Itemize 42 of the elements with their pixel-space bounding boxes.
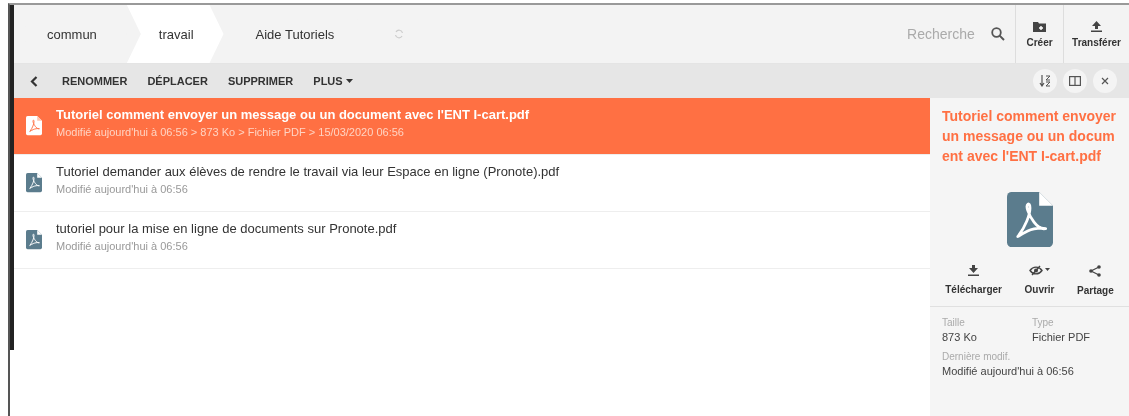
- pdf-file-icon: [1006, 192, 1053, 248]
- toolbar-button[interactable]: SUPPRIMER: [217, 75, 304, 87]
- download-icon: [968, 265, 980, 277]
- toolbar-button[interactable]: Transférer: [1063, 5, 1129, 63]
- file-meta: Modifié aujourd'hui à 06:56 > 873 Ko > Fichier PDF > 15/03/2020 06:56: [56, 125, 405, 138]
- property-value: Modifié aujourd'hui à 06:56: [942, 365, 1075, 378]
- property-value: Fichier PDF: [1032, 331, 1092, 344]
- property-label: Taille: [942, 317, 966, 329]
- close-icon: [1101, 77, 1109, 85]
- pdf-icon: [26, 230, 42, 250]
- file-meta: Modifié aujourd'hui à 06:56: [56, 182, 189, 195]
- toolbar-button[interactable]: PLUS: [303, 75, 363, 87]
- file-meta: Modifié aujourd'hui à 06:56: [56, 239, 189, 252]
- details-action[interactable]: Partage: [1077, 265, 1114, 297]
- property-label: Dernière modif.: [942, 351, 1012, 363]
- panel-toggle-button[interactable]: [1063, 69, 1087, 93]
- toolbar-button[interactable]: RENOMMER: [52, 75, 138, 87]
- caret-icon: [345, 79, 353, 83]
- sort-icon: [1039, 75, 1051, 87]
- pdf-icon: [26, 116, 42, 136]
- file-name: Tutoriel demander aux élèves de rendre le travail via leur Espace en ligne (Pronote).pdf: [56, 163, 560, 179]
- upload-icon: [1091, 20, 1103, 32]
- search-field[interactable]: Recherche: [905, 25, 988, 43]
- toolbar-button[interactable]: Créer: [1015, 5, 1064, 63]
- details-action[interactable]: Ouvrir: [1024, 265, 1055, 297]
- share-icon: [1089, 265, 1102, 278]
- sort-button[interactable]: [1033, 69, 1057, 93]
- folder-plus-icon: [1033, 20, 1047, 32]
- property-label: Type: [1032, 317, 1055, 329]
- property-value: 873 Ko: [942, 331, 978, 344]
- pdf-icon: [26, 173, 42, 193]
- search-icon[interactable]: [991, 27, 1006, 41]
- details-action[interactable]: Télécharger: [945, 265, 1002, 297]
- toolbar-button[interactable]: DÉPLACER: [137, 75, 218, 87]
- breadcrumb-item[interactable]: travail: [126, 5, 224, 63]
- back-icon[interactable]: [30, 75, 38, 87]
- file-name: Tutoriel comment envoyer un message ou un document avec l'ENT I-cart.pdf: [56, 106, 530, 122]
- file-name: tutoriel pour la mise en ligne de documents sur Pronote.pdf: [56, 220, 397, 236]
- columns-icon: [1069, 76, 1081, 86]
- details-title: Tutoriel comment envoyer un message ou un document avec l'ENT I-cart.pdf: [941, 107, 1117, 166]
- eye-icon: [1028, 265, 1051, 277]
- close-button[interactable]: [1093, 69, 1117, 93]
